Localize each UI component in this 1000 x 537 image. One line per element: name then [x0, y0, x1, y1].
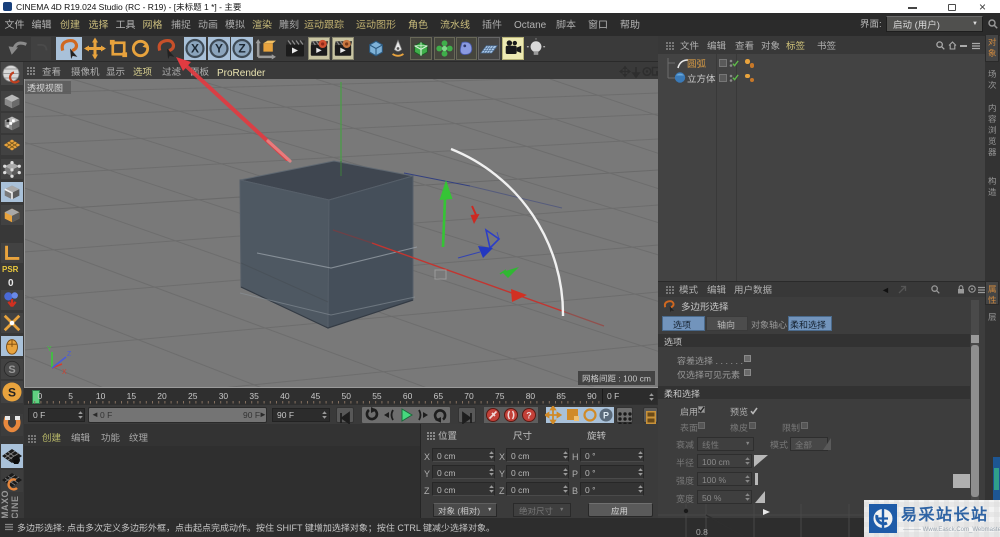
svg-text:P: P	[603, 411, 609, 421]
svg-text:?: ?	[526, 411, 532, 421]
svg-text:0.8: 0.8	[696, 527, 708, 537]
